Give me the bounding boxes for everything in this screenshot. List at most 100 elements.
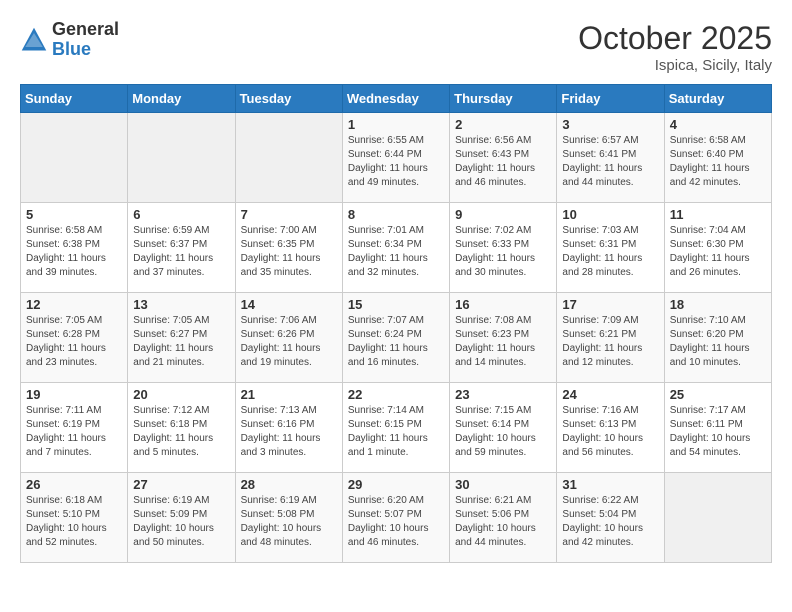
calendar-cell: 15 Sunrise: 7:07 AM Sunset: 6:24 PM Dayli… <box>342 293 449 383</box>
calendar-cell: 25 Sunrise: 7:17 AM Sunset: 6:11 PM Dayli… <box>664 383 771 473</box>
day-info: Sunrise: 7:07 AM Sunset: 6:24 PM Dayligh… <box>348 314 444 370</box>
day-info: Sunrise: 6:18 AM Sunset: 5:10 PM Dayligh… <box>26 494 122 550</box>
day-info: Sunrise: 7:09 AM Sunset: 6:21 PM Dayligh… <box>562 314 658 370</box>
calendar-week-2: 5 Sunrise: 6:58 AM Sunset: 6:38 PM Daylig… <box>21 203 772 293</box>
day-info: Sunrise: 7:04 AM Sunset: 6:30 PM Dayligh… <box>670 224 766 280</box>
day-number: 5 <box>26 207 122 222</box>
day-info: Sunrise: 7:13 AM Sunset: 6:16 PM Dayligh… <box>241 404 337 460</box>
column-header-sunday: Sunday <box>21 85 128 113</box>
logo-icon <box>20 26 48 54</box>
calendar-cell <box>235 113 342 203</box>
day-info: Sunrise: 6:22 AM Sunset: 5:04 PM Dayligh… <box>562 494 658 550</box>
day-number: 2 <box>455 117 551 132</box>
day-number: 7 <box>241 207 337 222</box>
day-number: 12 <box>26 297 122 312</box>
column-header-tuesday: Tuesday <box>235 85 342 113</box>
calendar-cell: 18 Sunrise: 7:10 AM Sunset: 6:20 PM Dayli… <box>664 293 771 383</box>
day-info: Sunrise: 7:06 AM Sunset: 6:26 PM Dayligh… <box>241 314 337 370</box>
day-number: 3 <box>562 117 658 132</box>
day-number: 17 <box>562 297 658 312</box>
day-number: 24 <box>562 387 658 402</box>
calendar-cell: 23 Sunrise: 7:15 AM Sunset: 6:14 PM Dayli… <box>450 383 557 473</box>
column-header-saturday: Saturday <box>664 85 771 113</box>
day-number: 9 <box>455 207 551 222</box>
day-info: Sunrise: 6:19 AM Sunset: 5:09 PM Dayligh… <box>133 494 229 550</box>
column-header-monday: Monday <box>128 85 235 113</box>
calendar-cell: 2 Sunrise: 6:56 AM Sunset: 6:43 PM Daylig… <box>450 113 557 203</box>
day-number: 15 <box>348 297 444 312</box>
day-number: 26 <box>26 477 122 492</box>
column-header-thursday: Thursday <box>450 85 557 113</box>
calendar-cell: 14 Sunrise: 7:06 AM Sunset: 6:26 PM Dayli… <box>235 293 342 383</box>
day-number: 21 <box>241 387 337 402</box>
day-info: Sunrise: 7:11 AM Sunset: 6:19 PM Dayligh… <box>26 404 122 460</box>
day-number: 16 <box>455 297 551 312</box>
calendar-week-1: 1 Sunrise: 6:55 AM Sunset: 6:44 PM Daylig… <box>21 113 772 203</box>
day-info: Sunrise: 6:59 AM Sunset: 6:37 PM Dayligh… <box>133 224 229 280</box>
day-info: Sunrise: 7:02 AM Sunset: 6:33 PM Dayligh… <box>455 224 551 280</box>
column-header-friday: Friday <box>557 85 664 113</box>
day-info: Sunrise: 6:56 AM Sunset: 6:43 PM Dayligh… <box>455 134 551 190</box>
calendar-cell: 24 Sunrise: 7:16 AM Sunset: 6:13 PM Dayli… <box>557 383 664 473</box>
calendar-cell: 26 Sunrise: 6:18 AM Sunset: 5:10 PM Dayli… <box>21 473 128 563</box>
header-row: SundayMondayTuesdayWednesdayThursdayFrid… <box>21 85 772 113</box>
calendar-cell: 6Sunrise: 6:59 AM Sunset: 6:37 PM Daylig… <box>128 203 235 293</box>
month-title: October 2025 <box>578 20 772 57</box>
day-info: Sunrise: 6:55 AM Sunset: 6:44 PM Dayligh… <box>348 134 444 190</box>
day-info: Sunrise: 7:00 AM Sunset: 6:35 PM Dayligh… <box>241 224 337 280</box>
day-info: Sunrise: 6:19 AM Sunset: 5:08 PM Dayligh… <box>241 494 337 550</box>
calendar-cell: 19 Sunrise: 7:11 AM Sunset: 6:19 PM Dayli… <box>21 383 128 473</box>
day-number: 10 <box>562 207 658 222</box>
day-info: Sunrise: 6:58 AM Sunset: 6:40 PM Dayligh… <box>670 134 766 190</box>
calendar-cell: 5 Sunrise: 6:58 AM Sunset: 6:38 PM Daylig… <box>21 203 128 293</box>
day-info: Sunrise: 7:05 AM Sunset: 6:28 PM Dayligh… <box>26 314 122 370</box>
calendar-cell: 30 Sunrise: 6:21 AM Sunset: 5:06 PM Dayli… <box>450 473 557 563</box>
day-number: 30 <box>455 477 551 492</box>
day-number: 19 <box>26 387 122 402</box>
calendar-cell: 27 Sunrise: 6:19 AM Sunset: 5:09 PM Dayli… <box>128 473 235 563</box>
day-number: 25 <box>670 387 766 402</box>
day-info: Sunrise: 7:15 AM Sunset: 6:14 PM Dayligh… <box>455 404 551 460</box>
day-info: Sunrise: 7:12 AM Sunset: 6:18 PM Dayligh… <box>133 404 229 460</box>
calendar-table: SundayMondayTuesdayWednesdayThursdayFrid… <box>20 84 772 563</box>
logo-blue: Blue <box>52 39 91 59</box>
location-subtitle: Ispica, Sicily, Italy <box>578 57 772 74</box>
day-info: Sunrise: 7:14 AM Sunset: 6:15 PM Dayligh… <box>348 404 444 460</box>
day-number: 23 <box>455 387 551 402</box>
calendar-week-3: 12 Sunrise: 7:05 AM Sunset: 6:28 PM Dayli… <box>21 293 772 383</box>
day-number: 4 <box>670 117 766 132</box>
calendar-cell: 1 Sunrise: 6:55 AM Sunset: 6:44 PM Daylig… <box>342 113 449 203</box>
calendar-cell: 9 Sunrise: 7:02 AM Sunset: 6:33 PM Daylig… <box>450 203 557 293</box>
day-info: Sunrise: 7:16 AM Sunset: 6:13 PM Dayligh… <box>562 404 658 460</box>
title-block: October 2025 Ispica, Sicily, Italy <box>578 20 772 74</box>
calendar-cell: 28 Sunrise: 6:19 AM Sunset: 5:08 PM Dayli… <box>235 473 342 563</box>
calendar-cell <box>664 473 771 563</box>
calendar-cell: 16Sunrise: 7:08 AM Sunset: 6:23 PM Dayli… <box>450 293 557 383</box>
day-info: Sunrise: 7:01 AM Sunset: 6:34 PM Dayligh… <box>348 224 444 280</box>
calendar-cell <box>128 113 235 203</box>
day-number: 11 <box>670 207 766 222</box>
day-info: Sunrise: 7:17 AM Sunset: 6:11 PM Dayligh… <box>670 404 766 460</box>
day-number: 14 <box>241 297 337 312</box>
calendar-cell: 22Sunrise: 7:14 AM Sunset: 6:15 PM Dayli… <box>342 383 449 473</box>
calendar-cell: 4 Sunrise: 6:58 AM Sunset: 6:40 PM Daylig… <box>664 113 771 203</box>
day-info: Sunrise: 6:21 AM Sunset: 5:06 PM Dayligh… <box>455 494 551 550</box>
calendar-cell <box>21 113 128 203</box>
day-info: Sunrise: 7:05 AM Sunset: 6:27 PM Dayligh… <box>133 314 229 370</box>
day-number: 27 <box>133 477 229 492</box>
day-info: Sunrise: 6:57 AM Sunset: 6:41 PM Dayligh… <box>562 134 658 190</box>
calendar-week-5: 26 Sunrise: 6:18 AM Sunset: 5:10 PM Dayli… <box>21 473 772 563</box>
day-number: 1 <box>348 117 444 132</box>
calendar-cell: 10Sunrise: 7:03 AM Sunset: 6:31 PM Dayli… <box>557 203 664 293</box>
day-info: Sunrise: 6:20 AM Sunset: 5:07 PM Dayligh… <box>348 494 444 550</box>
day-info: Sunrise: 7:10 AM Sunset: 6:20 PM Dayligh… <box>670 314 766 370</box>
day-number: 13 <box>133 297 229 312</box>
logo-general: General <box>52 19 119 39</box>
calendar-cell: 7 Sunrise: 7:00 AM Sunset: 6:35 PM Daylig… <box>235 203 342 293</box>
day-number: 18 <box>670 297 766 312</box>
day-number: 28 <box>241 477 337 492</box>
calendar-cell: 21 Sunrise: 7:13 AM Sunset: 6:16 PM Dayli… <box>235 383 342 473</box>
day-number: 29 <box>348 477 444 492</box>
day-info: Sunrise: 6:58 AM Sunset: 6:38 PM Dayligh… <box>26 224 122 280</box>
calendar-cell: 13 Sunrise: 7:05 AM Sunset: 6:27 PM Dayli… <box>128 293 235 383</box>
